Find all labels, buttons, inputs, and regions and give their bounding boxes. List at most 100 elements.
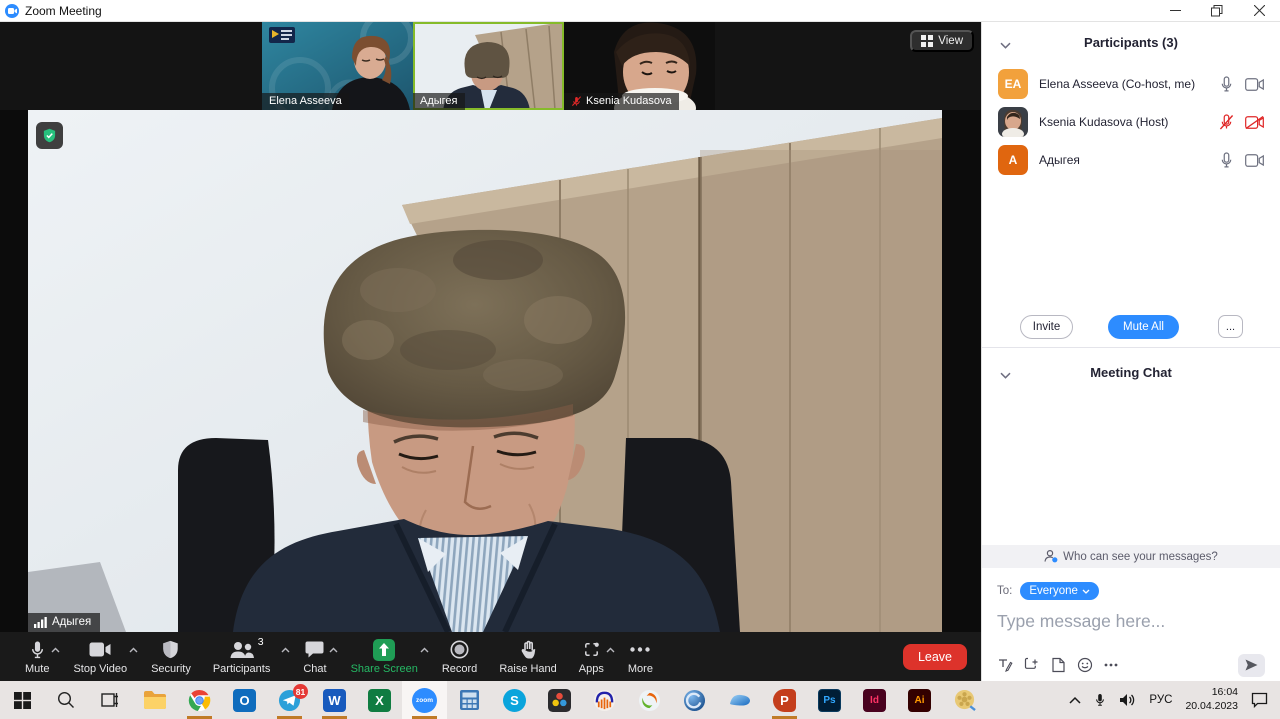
task-view-button[interactable] <box>88 681 132 719</box>
taskbar-calculator-icon[interactable] <box>447 681 492 719</box>
taskbar-skype-icon[interactable]: S <box>492 681 537 719</box>
taskbar-outlook-icon[interactable]: O <box>222 681 267 719</box>
view-button[interactable]: View <box>910 30 974 52</box>
participants-actions: Invite Mute All ... <box>982 315 1280 339</box>
participants-button[interactable]: 3 Participants <box>213 639 270 675</box>
avatar: EA <box>998 69 1028 99</box>
taskbar-powerpoint-icon[interactable]: P <box>762 681 807 719</box>
video-tile-adygea[interactable]: Адыгея <box>413 22 564 110</box>
record-button[interactable]: Record <box>442 639 477 675</box>
format-text-icon[interactable] <box>997 657 1013 673</box>
participant-row-ksenia[interactable]: Ksenia Kudasova (Host) <box>982 106 1280 138</box>
mic-icon <box>29 640 46 660</box>
tile-name-label: Адыгея <box>413 93 465 110</box>
taskbar-photoshop-icon[interactable]: Ps <box>807 681 852 719</box>
taskbar-glary-utilities-icon[interactable] <box>672 681 717 719</box>
taskbar-zoom-icon[interactable]: zoom <box>402 681 447 719</box>
speaker-name-label: Адыгея <box>28 613 100 632</box>
mic-icon[interactable] <box>1219 152 1234 169</box>
participants-count-badge: 3 <box>258 636 264 648</box>
recipient-selector[interactable]: Everyone <box>1020 582 1099 600</box>
search-icon <box>57 691 75 709</box>
start-button[interactable] <box>0 681 44 719</box>
tray-volume-icon[interactable] <box>1119 693 1136 707</box>
taskbar-file-explorer-icon[interactable] <box>132 681 177 719</box>
windows-logo-icon <box>14 692 31 709</box>
participant-row-elena[interactable]: EA Elena Asseeva (Co-host, me) <box>982 68 1280 100</box>
action-center-icon[interactable] <box>1251 692 1268 708</box>
taskbar-search-button[interactable] <box>44 681 88 719</box>
send-message-button[interactable] <box>1238 654 1265 677</box>
security-shield-icon <box>162 640 179 659</box>
task-view-icon <box>101 692 119 708</box>
raise-hand-icon <box>520 640 536 659</box>
video-tile-ksenia[interactable]: Ksenia Kudasova <box>564 22 715 110</box>
chat-privacy-bar[interactable]: Who can see your messages? <box>982 545 1280 568</box>
record-icon <box>450 640 469 659</box>
restore-icon[interactable] <box>1196 0 1238 21</box>
video-off-icon[interactable] <box>1245 116 1264 129</box>
more-button[interactable]: More <box>628 639 653 675</box>
taskbar-excel-icon[interactable]: X <box>357 681 402 719</box>
chat-options-caret[interactable] <box>329 640 338 658</box>
share-options-caret[interactable] <box>420 640 429 658</box>
mute-options-caret[interactable] <box>51 640 60 658</box>
taskbar-media-app-icon[interactable] <box>627 681 672 719</box>
zoom-app-icon <box>5 4 19 18</box>
mute-button[interactable]: Mute <box>25 639 49 675</box>
muted-mic-icon[interactable] <box>1219 114 1234 131</box>
tray-expand-icon[interactable] <box>1069 696 1081 704</box>
taskbar-chrome-icon[interactable] <box>177 681 222 719</box>
mute-all-button[interactable]: Mute All <box>1108 315 1179 339</box>
participant-row-adygea[interactable]: A Адыгея <box>982 144 1280 176</box>
tile-name-label: Elena Asseeva <box>262 93 349 110</box>
taskbar-illustrator-icon[interactable]: Ai <box>897 681 942 719</box>
leave-button[interactable]: Leave <box>903 644 967 670</box>
language-indicator[interactable]: РУС <box>1149 694 1172 706</box>
video-options-caret[interactable] <box>129 640 138 658</box>
meeting-toolbar: Mute Stop Video Security 3 Participants <box>0 632 981 681</box>
share-screen-icon <box>373 639 395 661</box>
close-icon[interactable] <box>1238 0 1280 21</box>
raise-hand-button[interactable]: Raise Hand <box>499 639 556 675</box>
participants-more-button[interactable]: ... <box>1218 315 1243 338</box>
apps-button[interactable]: Apps <box>579 639 604 675</box>
taskbar-telegram-icon[interactable]: 81 <box>267 681 312 719</box>
file-icon[interactable] <box>1051 657 1066 673</box>
apps-options-caret[interactable] <box>606 640 615 658</box>
chat-bubble-icon <box>305 641 324 658</box>
video-camera-icon[interactable] <box>1245 154 1264 167</box>
invite-button[interactable]: Invite <box>1020 315 1073 339</box>
taskbar-indesign-icon[interactable]: Id <box>852 681 897 719</box>
taskbar-clock[interactable]: 16:04 20.04.2023 <box>1185 686 1238 713</box>
muted-mic-icon <box>571 96 582 107</box>
mic-icon[interactable] <box>1219 76 1234 93</box>
video-tile-elena[interactable]: Elena Asseeva <box>262 22 413 110</box>
encryption-shield-badge[interactable] <box>36 122 63 149</box>
chevron-down-icon <box>1082 589 1090 594</box>
stop-video-button[interactable]: Stop Video <box>73 639 127 675</box>
grid-view-icon <box>921 35 933 47</box>
taskbar-photo-app-icon[interactable] <box>717 681 762 719</box>
participants-options-caret[interactable] <box>281 640 290 658</box>
participants-collapse-icon[interactable] <box>1000 36 1011 54</box>
system-tray: РУС 16:04 20.04.2023 <box>1069 686 1280 713</box>
windows-taskbar: O 81 W X zoom S <box>0 681 1280 719</box>
minimize-icon[interactable] <box>1154 0 1196 21</box>
taskbar-audacity-icon[interactable] <box>582 681 627 719</box>
chat-collapse-icon[interactable] <box>1000 366 1011 384</box>
share-screen-button[interactable]: Share Screen <box>351 639 418 675</box>
avatar: A <box>998 145 1028 175</box>
chat-message-input[interactable] <box>997 611 1265 632</box>
video-camera-icon[interactable] <box>1245 78 1264 91</box>
compose-more-icon[interactable] <box>1104 663 1118 667</box>
tray-mic-icon[interactable] <box>1094 692 1106 708</box>
taskbar-movie-maker-icon[interactable] <box>942 681 987 719</box>
privacy-person-icon <box>1044 550 1058 563</box>
taskbar-word-icon[interactable]: W <box>312 681 357 719</box>
screenshot-icon[interactable] <box>1024 657 1040 673</box>
emoji-icon[interactable] <box>1077 657 1093 673</box>
security-button[interactable]: Security <box>151 639 191 675</box>
chat-button[interactable]: Chat <box>303 639 326 675</box>
taskbar-davinci-resolve-icon[interactable] <box>537 681 582 719</box>
